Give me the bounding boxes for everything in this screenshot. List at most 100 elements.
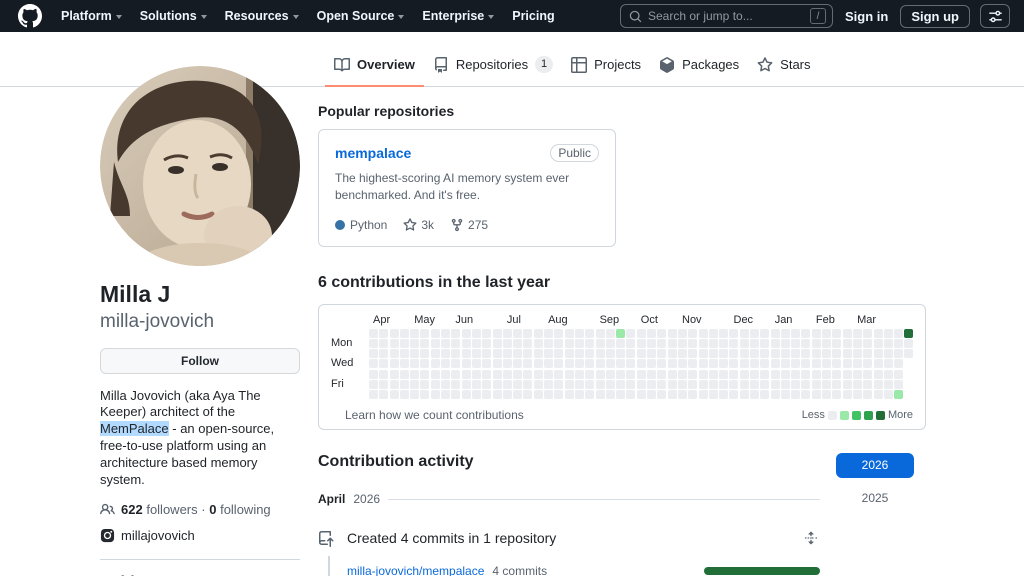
contribution-cell[interactable] [606, 359, 615, 368]
contribution-cell[interactable] [462, 329, 471, 338]
contribution-cell[interactable] [750, 349, 759, 358]
contribution-cell[interactable] [482, 390, 491, 399]
contribution-cell[interactable] [699, 359, 708, 368]
contribution-cell[interactable] [874, 329, 883, 338]
contribution-cell[interactable] [719, 349, 728, 358]
contribution-cell[interactable] [606, 380, 615, 389]
contribution-cell[interactable] [822, 370, 831, 379]
contribution-cell[interactable] [771, 329, 780, 338]
contribution-cell[interactable] [637, 339, 646, 348]
contribution-cell[interactable] [657, 380, 666, 389]
contribution-cell[interactable] [637, 390, 646, 399]
contribution-cell[interactable] [451, 329, 460, 338]
contribution-cell[interactable] [843, 339, 852, 348]
contribution-cell[interactable] [410, 349, 419, 358]
contribution-cell[interactable] [853, 339, 862, 348]
contribution-cell[interactable] [657, 349, 666, 358]
contribution-cell[interactable] [493, 339, 502, 348]
contribution-cell[interactable] [678, 390, 687, 399]
appearance-settings-button[interactable] [980, 4, 1010, 28]
contribution-cell[interactable] [760, 390, 769, 399]
contribution-cell[interactable] [853, 329, 862, 338]
contribution-cell[interactable] [678, 370, 687, 379]
contribution-cell[interactable] [400, 349, 409, 358]
contribution-cell[interactable] [565, 339, 574, 348]
contribution-cell[interactable] [863, 339, 872, 348]
contribution-cell[interactable] [874, 370, 883, 379]
contribution-cell[interactable] [709, 339, 718, 348]
contribution-cell[interactable] [719, 390, 728, 399]
contribution-cell[interactable] [801, 329, 810, 338]
contribution-cell[interactable] [699, 329, 708, 338]
contribution-cell[interactable] [513, 339, 522, 348]
contribution-cell[interactable] [379, 359, 388, 368]
contribution-cell[interactable] [740, 339, 749, 348]
contribution-cell[interactable] [668, 339, 677, 348]
contribution-cell[interactable] [699, 370, 708, 379]
contribution-cell[interactable] [596, 380, 605, 389]
contribution-cell[interactable] [616, 390, 625, 399]
contribution-cell[interactable] [740, 390, 749, 399]
contribution-cell[interactable] [874, 390, 883, 399]
contribution-cell[interactable] [441, 349, 450, 358]
contribution-cell[interactable] [410, 390, 419, 399]
contribution-cell[interactable] [379, 349, 388, 358]
tab-repositories[interactable]: Repositories1 [424, 46, 562, 87]
contribution-cell[interactable] [884, 329, 893, 338]
contribution-cell[interactable] [729, 380, 738, 389]
contribution-cell[interactable] [729, 359, 738, 368]
contribution-cell[interactable] [503, 380, 512, 389]
contribution-cell[interactable] [874, 380, 883, 389]
contribution-cell[interactable] [843, 370, 852, 379]
contribution-cell[interactable] [688, 390, 697, 399]
contribution-cell[interactable] [596, 349, 605, 358]
contribution-cell[interactable] [750, 390, 759, 399]
contribution-cell[interactable] [596, 359, 605, 368]
contribution-cell[interactable] [410, 359, 419, 368]
contribution-cell[interactable] [544, 390, 553, 399]
contribution-cell[interactable] [554, 370, 563, 379]
contribution-cell[interactable] [451, 339, 460, 348]
contribution-cell[interactable] [472, 339, 481, 348]
contribution-cell[interactable] [390, 390, 399, 399]
contribution-cell[interactable] [369, 359, 378, 368]
contribution-cell[interactable] [575, 380, 584, 389]
contribution-cell[interactable] [843, 390, 852, 399]
contribution-cell[interactable] [462, 349, 471, 358]
contribution-cell[interactable] [709, 359, 718, 368]
contribution-cell[interactable] [493, 370, 502, 379]
contribution-cell[interactable] [699, 390, 708, 399]
contribution-cell[interactable] [781, 370, 790, 379]
contribution-cell[interactable] [626, 370, 635, 379]
contribution-cell[interactable] [503, 370, 512, 379]
contribution-cell[interactable] [400, 359, 409, 368]
contribution-cell[interactable] [441, 370, 450, 379]
contribution-cell[interactable] [771, 349, 780, 358]
contribution-cell[interactable] [379, 329, 388, 338]
contribution-cell[interactable] [760, 329, 769, 338]
contribution-cell[interactable] [832, 349, 841, 358]
contribution-cell[interactable] [719, 339, 728, 348]
contribution-cell[interactable] [729, 349, 738, 358]
contribution-cell[interactable] [606, 349, 615, 358]
contribution-cell[interactable] [781, 380, 790, 389]
contribution-cell[interactable] [554, 390, 563, 399]
contribution-cell[interactable] [565, 370, 574, 379]
contribution-cell[interactable] [472, 349, 481, 358]
contribution-cell[interactable] [575, 329, 584, 338]
contribution-cell[interactable] [626, 359, 635, 368]
contribution-cell[interactable] [616, 339, 625, 348]
contribution-cell[interactable] [740, 380, 749, 389]
contribution-cell[interactable] [544, 359, 553, 368]
contribution-cell[interactable] [709, 349, 718, 358]
contribution-cell[interactable] [771, 359, 780, 368]
contribution-cell[interactable] [472, 390, 481, 399]
contribution-cell[interactable] [863, 359, 872, 368]
contribution-cell[interactable] [863, 390, 872, 399]
contribution-cell[interactable] [544, 380, 553, 389]
contribution-cell[interactable] [688, 329, 697, 338]
contribution-cell[interactable] [657, 339, 666, 348]
contribution-cell[interactable] [760, 339, 769, 348]
contribution-cell[interactable] [699, 380, 708, 389]
contribution-cell[interactable] [894, 359, 903, 368]
